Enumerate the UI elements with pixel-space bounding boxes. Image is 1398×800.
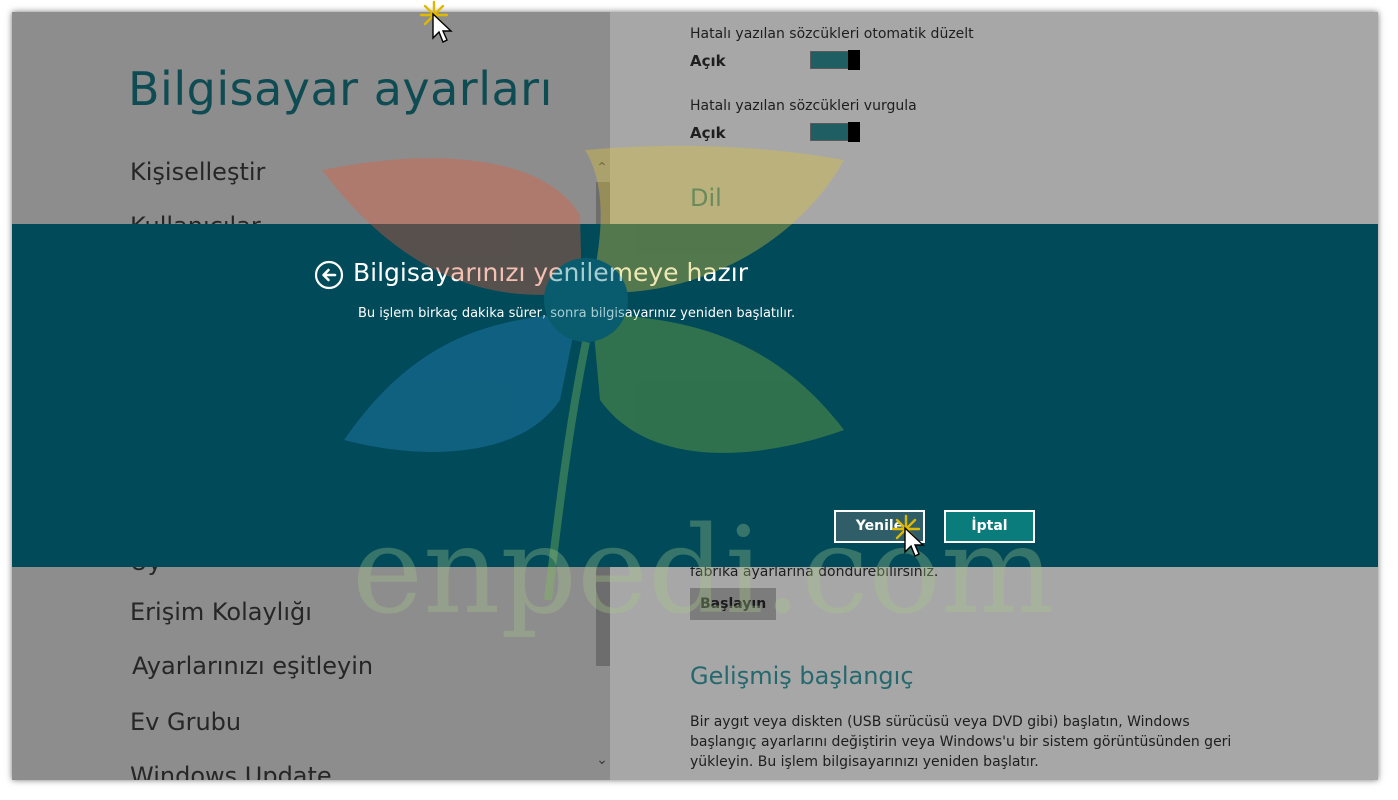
nav-item-ease-of-access[interactable]: Erişim Kolaylığı [130, 598, 312, 626]
chevron-down-icon[interactable]: ⌄ [594, 752, 610, 768]
nav-item-sync-settings[interactable]: Ayarlarınızı eşitleyin [132, 652, 373, 680]
page-title: Bilgisayar ayarları [128, 62, 553, 116]
highlight-toggle[interactable] [810, 122, 860, 142]
refresh-pc-dialog: Bilgisayarınızı yenilemeye hazır Bu işle… [12, 224, 1378, 567]
nav-item-homegroup[interactable]: Ev Grubu [130, 708, 241, 736]
autocorrect-toggle[interactable] [810, 50, 860, 70]
language-heading: Dil [690, 184, 722, 212]
advanced-startup-heading: Gelişmiş başlangıç [690, 662, 914, 690]
cancel-button[interactable]: İptal [944, 510, 1035, 543]
nav-item-personalize[interactable]: Kişiselleştir [130, 158, 265, 186]
autocorrect-label: Hatalı yazılan sözcükleri otomatik düzel… [690, 26, 974, 42]
cursor-click-icon [891, 514, 925, 557]
back-arrow-icon[interactable] [314, 260, 344, 290]
reset-start-button[interactable]: Başlayın [690, 588, 777, 620]
dialog-title: Bilgisayarınızı yenilemeye hazır [353, 258, 749, 287]
toggle-knob [848, 50, 860, 70]
cursor-click-icon [419, 0, 453, 43]
chevron-up-icon[interactable]: ⌃ [594, 160, 610, 176]
dialog-message: Bu işlem birkaç dakika sürer, sonra bilg… [358, 306, 796, 321]
highlight-state: Açık [690, 124, 726, 142]
autocorrect-state: Açık [690, 52, 726, 70]
pc-settings-window: Bilgisayar ayarları Kişiselleştir Kullan… [12, 12, 1378, 780]
nav-item-windows-update[interactable]: Windows Update [130, 762, 332, 780]
toggle-knob [848, 122, 860, 142]
highlight-label: Hatalı yazılan sözcükleri vurgula [690, 98, 917, 114]
advanced-startup-description: Bir aygıt veya diskten (USB sürücüsü vey… [690, 714, 1232, 770]
